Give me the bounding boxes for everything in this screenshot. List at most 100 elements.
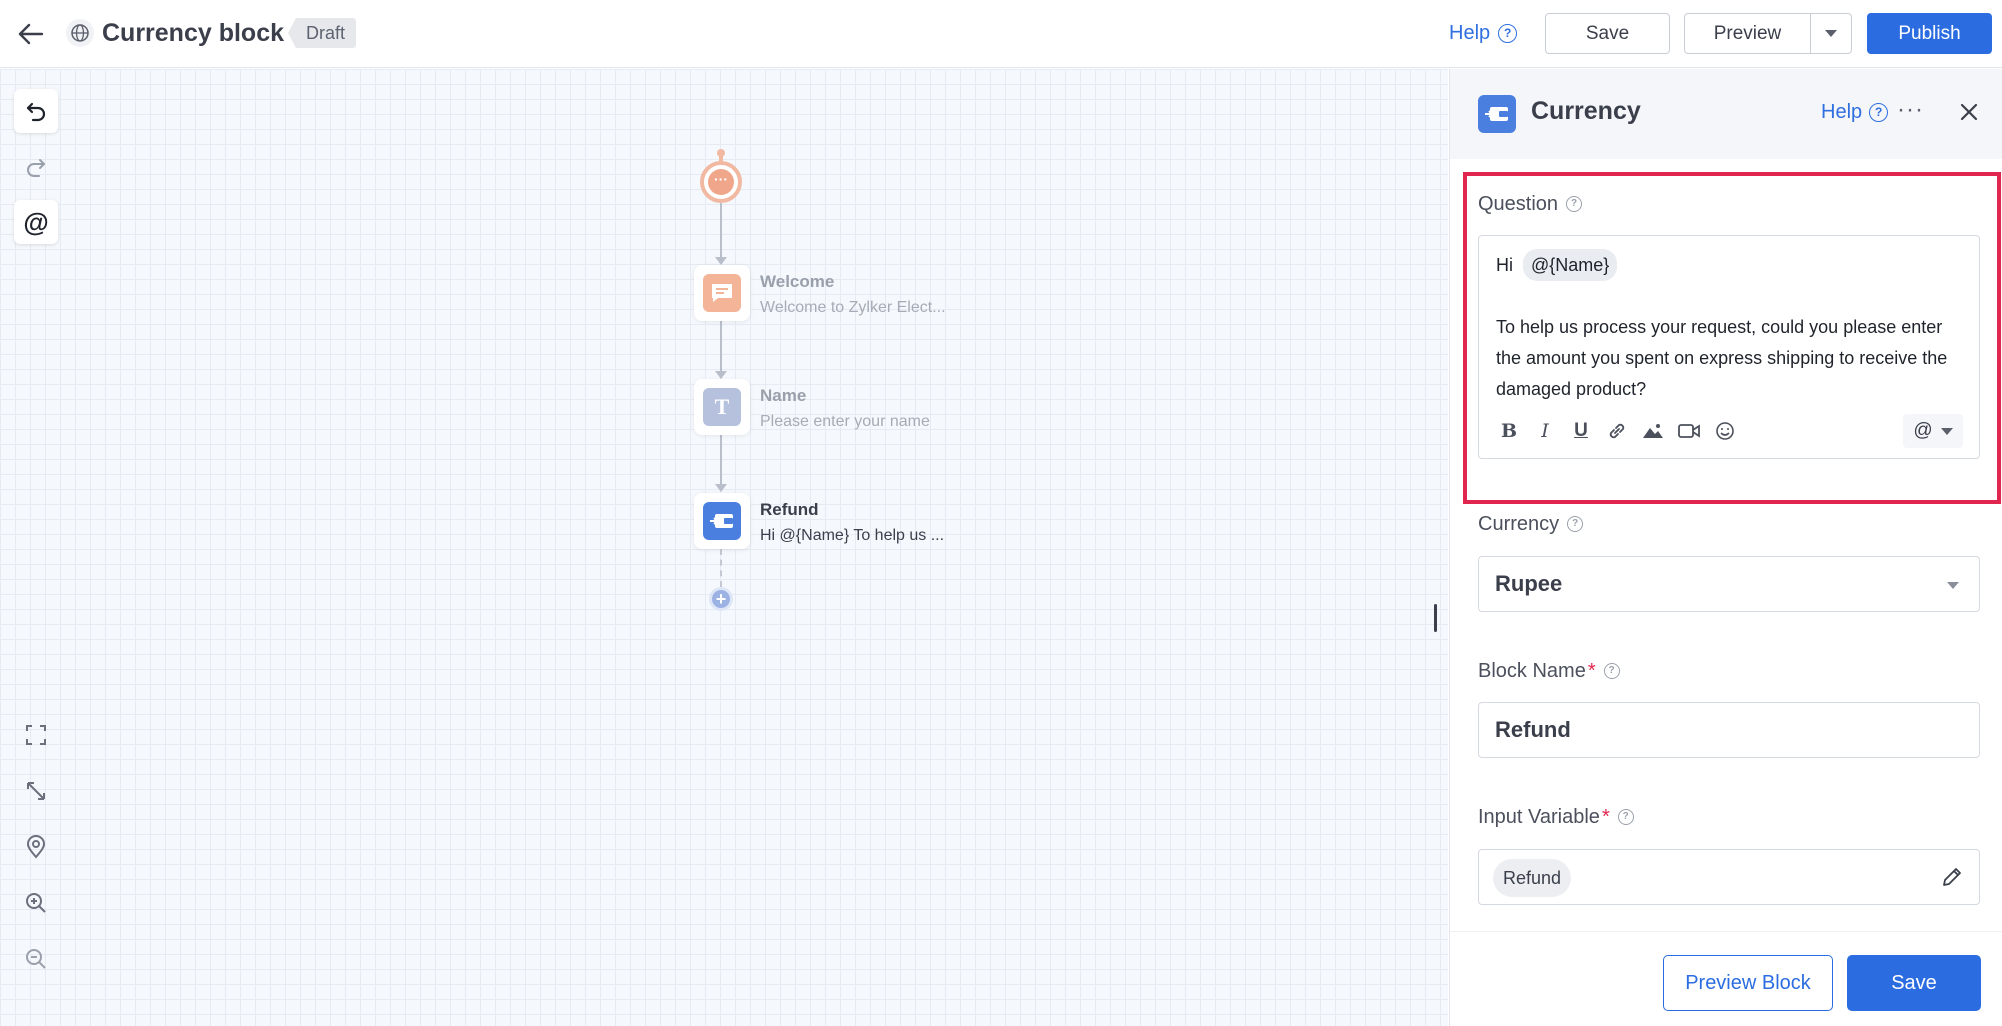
at-icon: @	[23, 207, 49, 237]
plus-icon: +	[715, 589, 727, 609]
underline-icon[interactable]: U	[1563, 414, 1599, 448]
globe-icon	[66, 19, 94, 47]
block-name-label-text: Block Name	[1478, 660, 1586, 682]
input-variable-label-text: Input Variable	[1478, 806, 1600, 828]
locate-button[interactable]	[14, 825, 58, 869]
panel-title: Currency	[1531, 97, 1641, 125]
redo-icon	[27, 159, 45, 177]
flow-node-name[interactable]: T	[694, 379, 750, 435]
chevron-down-icon	[1825, 30, 1837, 37]
info-icon: ?	[1617, 809, 1634, 825]
zoom-in-icon	[26, 893, 46, 913]
node-subtitle-refund: Hi @{Name} To help us ...	[760, 527, 945, 544]
node-subtitle-welcome: Welcome to Zylker Elect...	[760, 299, 946, 316]
connector-arrow	[715, 484, 727, 492]
currency-select[interactable]: Rupee	[1478, 556, 1980, 612]
undo-icon	[26, 102, 46, 122]
top-bar: Currency block Draft Help ? Save Preview…	[0, 0, 2002, 68]
undo-button[interactable]	[14, 89, 58, 133]
chevron-down-icon	[1940, 427, 1953, 435]
fullscreen-button[interactable]	[14, 713, 58, 757]
editor-first-line: Hi @{Name}	[1496, 249, 1618, 281]
mention-chip[interactable]: @{Name}	[1523, 249, 1618, 281]
mention-tool-button[interactable]: @	[14, 200, 58, 244]
help-label: Help	[1449, 22, 1491, 44]
status-badge: Draft	[288, 18, 357, 48]
bot-icon: ···	[708, 169, 734, 195]
flow-canvas[interactable]: @ ··· Welcome Welcome to Zylker Elect...…	[0, 69, 1448, 1026]
info-icon: ?	[1603, 663, 1620, 679]
preview-options-button[interactable]	[1810, 13, 1852, 54]
info-icon: ?	[1567, 516, 1584, 532]
pencil-icon[interactable]	[1937, 862, 1967, 892]
more-options-icon[interactable]: ···	[1897, 98, 1924, 122]
node-label-refund: Refund	[760, 500, 819, 519]
redo-button[interactable]	[14, 145, 58, 189]
zoom-in-button[interactable]	[14, 881, 58, 925]
flow-node-welcome[interactable]	[694, 265, 750, 321]
chat-message-icon	[703, 274, 741, 312]
publish-button[interactable]: Publish	[1867, 13, 1992, 54]
insert-mention-dropdown[interactable]: @	[1903, 414, 1963, 448]
input-variable-field[interactable]: Refund	[1478, 849, 1980, 905]
zoom-out-button[interactable]	[14, 937, 58, 981]
expand-arrows-icon	[27, 782, 45, 800]
connector-line	[720, 203, 722, 259]
start-node[interactable]: ···	[700, 149, 742, 203]
node-label-name: Name	[760, 386, 807, 405]
connector-line	[720, 429, 722, 485]
help-link[interactable]: Help ?	[1449, 20, 1518, 46]
connector-arrow	[715, 371, 727, 379]
question-label-text: Question	[1478, 193, 1559, 215]
at-icon: @	[1913, 420, 1933, 441]
question-label: Question ?	[1478, 192, 1583, 216]
image-icon[interactable]	[1635, 414, 1671, 448]
save-block-button[interactable]: Save	[1847, 955, 1981, 1011]
variable-chip[interactable]: Refund	[1493, 859, 1572, 897]
panel-help-label: Help	[1821, 101, 1863, 123]
connector-dashed-line	[720, 549, 722, 587]
link-icon[interactable]	[1599, 414, 1635, 448]
add-node-button[interactable]: +	[709, 587, 733, 611]
video-icon[interactable]	[1671, 414, 1707, 448]
block-name-input[interactable]	[1478, 702, 1980, 758]
location-pin-icon	[26, 835, 46, 859]
node-label-welcome: Welcome	[760, 272, 835, 291]
currency-label: Currency ?	[1478, 512, 1584, 536]
panel-help-link[interactable]: Help ?	[1821, 100, 1889, 124]
help-icon: ?	[1869, 102, 1889, 122]
question-body-text: To help us process your request, could y…	[1496, 317, 1948, 399]
input-variable-label: Input Variable * ?	[1478, 805, 1634, 829]
italic-icon[interactable]: I	[1527, 414, 1563, 448]
help-icon: ?	[1498, 23, 1518, 43]
save-button[interactable]: Save	[1545, 13, 1670, 54]
greeting-text: Hi	[1496, 255, 1513, 275]
panel-footer: Preview Block Save	[1450, 931, 2002, 1026]
bold-icon[interactable]: B	[1491, 414, 1527, 448]
chevron-down-icon	[1947, 582, 1959, 589]
back-arrow-icon[interactable]	[14, 17, 48, 51]
info-icon: ?	[1566, 196, 1583, 212]
connector-arrow	[715, 257, 727, 265]
node-subtitle-name: Please enter your name	[760, 413, 930, 430]
emoji-icon[interactable]	[1707, 414, 1743, 448]
question-rich-text-editor[interactable]: Hi @{Name} To help us process your reque…	[1478, 235, 1980, 459]
panel-header: Currency Help ? ···	[1450, 69, 2002, 159]
preview-button[interactable]: Preview	[1684, 13, 1811, 54]
block-settings-panel: Currency Help ? ··· Question ? Hi @{Name…	[1449, 69, 2002, 1026]
flow-node-refund[interactable]	[694, 493, 750, 549]
fullscreen-icon	[26, 725, 46, 745]
page-title: Currency block	[102, 19, 285, 47]
text-input-icon: T	[703, 388, 741, 426]
editor-toolbar: B I U @	[1491, 414, 1969, 448]
fit-to-screen-button[interactable]	[14, 769, 58, 813]
currency-wallet-icon	[1478, 95, 1516, 133]
preview-block-button[interactable]: Preview Block	[1663, 955, 1833, 1011]
required-mark: *	[1601, 806, 1610, 828]
panel-resize-handle[interactable]	[1434, 604, 1437, 632]
zoom-out-icon	[26, 949, 46, 969]
close-icon[interactable]	[1954, 97, 1984, 127]
block-name-label: Block Name * ?	[1478, 659, 1620, 683]
currency-selected-value: Rupee	[1495, 571, 1563, 596]
connector-line	[720, 315, 722, 371]
